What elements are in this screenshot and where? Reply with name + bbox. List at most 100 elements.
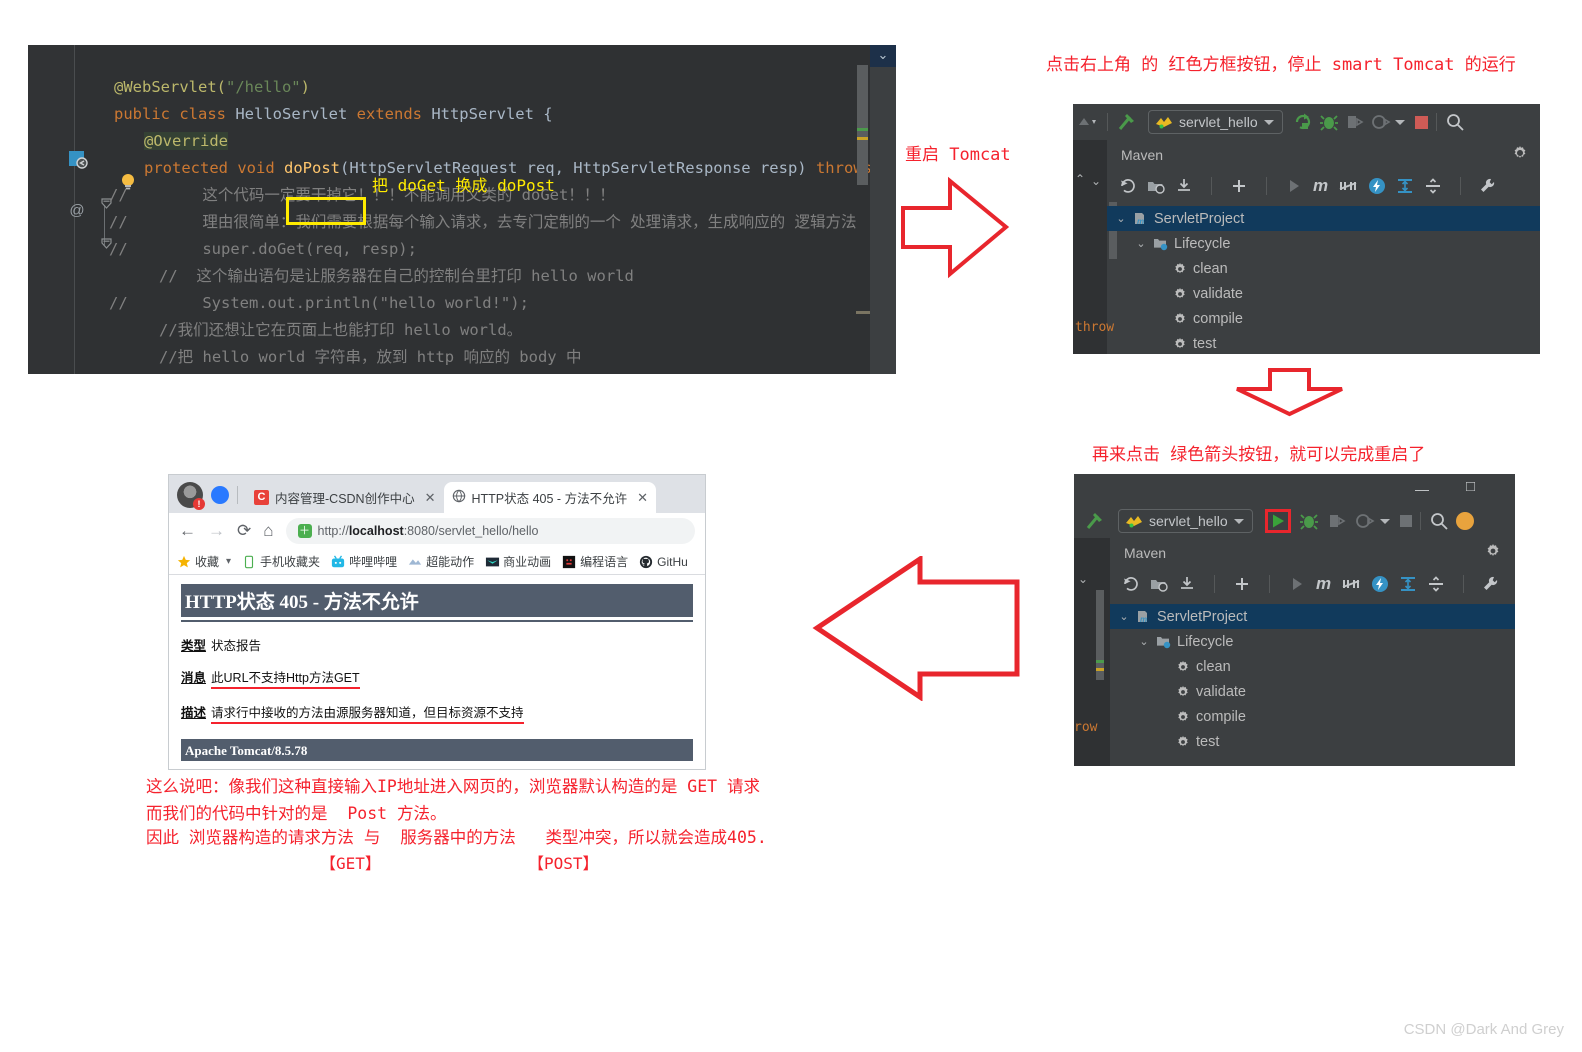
run-with-coverage-icon[interactable] xyxy=(1345,112,1365,132)
maven-tree-2-row-compile[interactable]: compile xyxy=(1110,704,1515,729)
browser-tab-strip[interactable]: ! C 内容管理-CSDN创作中心 ✕ HTTP状态 405 - 方法不允许 ✕ xyxy=(169,475,705,513)
chevron-down-icon[interactable]: ⌄ xyxy=(1115,212,1127,225)
browser-tab-0[interactable]: C 内容管理-CSDN创作中心 ✕ xyxy=(246,482,444,513)
panel1-scroll-up-icon[interactable]: ⌃ xyxy=(1075,172,1085,186)
build-hammer-icon[interactable] xyxy=(1116,111,1138,133)
close-icon[interactable]: ✕ xyxy=(637,490,648,506)
intellij-maven-panel-1[interactable]: throw servlet_hello Maven ⌃ ⌄ m ⌄ m Serv… xyxy=(1073,104,1540,354)
chevron-down-icon[interactable]: ⌄ xyxy=(1135,237,1147,250)
rerun-icon[interactable] xyxy=(1293,112,1313,132)
stop-button[interactable] xyxy=(1414,115,1428,129)
panel1-run-toolbar[interactable]: servlet_hello xyxy=(1073,104,1540,140)
window-maximize-button[interactable]: □ xyxy=(1466,478,1475,495)
extension-icon[interactable] xyxy=(211,486,229,504)
expand-all-icon[interactable] xyxy=(1396,177,1414,195)
chevron-down-icon[interactable]: ▾ xyxy=(226,556,231,567)
chrome-browser-window[interactable]: ! C 内容管理-CSDN创作中心 ✕ HTTP状态 405 - 方法不允许 ✕ ← →… xyxy=(168,474,706,770)
maven-tree-row-validate[interactable]: validate xyxy=(1107,281,1540,306)
maven-m-icon-2[interactable]: m xyxy=(1316,574,1331,594)
maven-tree-row-servletproject[interactable]: ⌄ m ServletProject xyxy=(1107,206,1540,231)
maven-toolbar-2[interactable]: m xyxy=(1110,568,1515,600)
debug-bug-icon[interactable] xyxy=(1319,112,1339,132)
panel2-editor-scroll-thumb[interactable] xyxy=(1096,590,1104,680)
chevron-down-icon[interactable]: ⌄ xyxy=(1138,635,1150,648)
run-configuration-selector-2[interactable]: servlet_hello xyxy=(1118,509,1253,533)
toggle-offline-icon-2[interactable] xyxy=(1371,575,1389,593)
address-bar[interactable]: ＋ http://localhost:8080/servlet_hello/he… xyxy=(285,518,695,544)
maven-tree-row-test[interactable]: test xyxy=(1107,331,1540,354)
maven-toolbar[interactable]: m xyxy=(1107,170,1540,202)
skip-tests-icon[interactable] xyxy=(1338,177,1358,195)
close-icon[interactable]: ✕ xyxy=(425,490,436,506)
maven-tree-2-row-test[interactable]: test xyxy=(1110,729,1515,754)
expand-all-icon-2[interactable] xyxy=(1399,575,1417,593)
bookmark-item-3[interactable]: 超能动作 xyxy=(408,553,474,570)
notification-circle-icon[interactable] xyxy=(1455,511,1475,531)
browser-nav-bar[interactable]: ← → ⟳ ⌂ ＋ http://localhost:8080/servlet_… xyxy=(169,513,705,549)
wrench-icon[interactable] xyxy=(1479,177,1497,195)
build-dropdown-icon[interactable] xyxy=(1077,114,1099,130)
bookmark-item-2[interactable]: 哔哩哔哩 xyxy=(331,553,397,570)
avatar[interactable]: ! xyxy=(177,482,205,510)
run-maven-goal-icon-2[interactable] xyxy=(1288,575,1306,593)
maven-tree-row-clean[interactable]: clean xyxy=(1107,256,1540,281)
bookmark-item-0[interactable]: 收藏 ▾ xyxy=(177,553,231,570)
reload-icon[interactable] xyxy=(1119,177,1137,195)
skip-tests-icon-2[interactable] xyxy=(1341,575,1361,593)
maven-tree-row-compile[interactable]: compile xyxy=(1107,306,1540,331)
debug-bug-icon-2[interactable] xyxy=(1299,511,1319,531)
build-hammer-icon-2[interactable] xyxy=(1084,510,1106,532)
home-icon[interactable]: ⌂ xyxy=(263,521,273,541)
chevron-down-icon[interactable] xyxy=(1263,119,1274,125)
browser-tab-1[interactable]: HTTP状态 405 - 方法不允许 ✕ xyxy=(443,482,656,513)
reload-icon-2[interactable] xyxy=(1122,575,1140,593)
bookmark-item-5[interactable]: 编程语言 xyxy=(562,553,628,570)
profiler-chevron-down-icon[interactable] xyxy=(1394,119,1405,125)
window-minimize-button[interactable]: — xyxy=(1415,481,1429,497)
intellij-maven-panel-2[interactable]: row — □ servlet_hello Maven ⌄ m ⌄ m Serv… xyxy=(1074,474,1515,766)
forward-icon[interactable]: → xyxy=(208,521,225,541)
run-button-highlighted[interactable] xyxy=(1264,509,1291,533)
search-icon[interactable] xyxy=(1445,112,1465,132)
reload-icon[interactable]: ⟳ xyxy=(237,521,251,541)
maven-settings-gear-icon-2[interactable] xyxy=(1485,543,1501,564)
toggle-offline-icon[interactable] xyxy=(1368,177,1386,195)
plus-icon-2[interactable] xyxy=(1233,575,1251,593)
back-icon[interactable]: ← xyxy=(179,521,196,541)
maven-tree-2-row-validate[interactable]: validate xyxy=(1110,679,1515,704)
profiler-icon-2[interactable] xyxy=(1355,511,1375,531)
maven-m-icon[interactable]: m xyxy=(1313,176,1328,196)
profiler-icon[interactable] xyxy=(1371,112,1391,132)
download-sources-icon-2[interactable] xyxy=(1178,575,1196,593)
download-sources-icon[interactable] xyxy=(1175,177,1193,195)
panel2-run-toolbar[interactable]: servlet_hello xyxy=(1074,504,1515,538)
search-icon-2[interactable] xyxy=(1429,511,1449,531)
chevron-down-icon[interactable]: ⌄ xyxy=(1118,610,1130,623)
profiler-chevron-down-icon-2[interactable] xyxy=(1379,518,1390,524)
add-maven-project-icon-2[interactable] xyxy=(1150,575,1168,593)
run-with-coverage-icon-2[interactable] xyxy=(1327,511,1347,531)
maven-tree-2-row-clean[interactable]: clean xyxy=(1110,654,1515,679)
chevron-down-icon-2[interactable] xyxy=(1233,518,1244,524)
security-shield-icon[interactable]: ＋ xyxy=(297,524,312,538)
bookmarks-bar[interactable]: 收藏 ▾ 手机收藏夹 哔哩哔哩 超能动作 商业动画 编程语言 GitHu xyxy=(169,549,705,575)
maven-tree-2-row-lifecycle[interactable]: ⌄ Lifecycle xyxy=(1110,629,1515,654)
run-configuration-selector[interactable]: servlet_hello xyxy=(1148,110,1283,134)
panel1-scroll-down-icon[interactable]: ⌄ xyxy=(1091,174,1101,188)
plus-icon[interactable] xyxy=(1230,177,1248,195)
add-maven-project-icon[interactable] xyxy=(1147,177,1165,195)
collapse-all-icon[interactable] xyxy=(1424,177,1442,195)
run-maven-goal-icon[interactable] xyxy=(1285,177,1303,195)
stop-button-disabled[interactable] xyxy=(1399,515,1412,527)
collapse-chevron-icon[interactable]: ⌄ xyxy=(870,45,896,67)
maven-tree-row-lifecycle[interactable]: ⌄ Lifecycle xyxy=(1107,231,1540,256)
wrench-icon-2[interactable] xyxy=(1482,575,1500,593)
maven-tree-2-row-servletproject[interactable]: ⌄ m ServletProject xyxy=(1110,604,1515,629)
panel2-scroll-down-icon[interactable]: ⌄ xyxy=(1078,572,1088,586)
bookmark-item-4[interactable]: 商业动画 xyxy=(485,553,551,570)
maven-settings-gear-icon[interactable] xyxy=(1512,145,1528,166)
bookmark-item-6[interactable]: GitHu xyxy=(639,555,688,569)
editor-scrollbar-thumb[interactable] xyxy=(857,65,868,185)
code-editor-window[interactable]: @ @WebServlet("/hello") public class Hell… xyxy=(28,45,896,374)
bookmark-item-1[interactable]: 手机收藏夹 xyxy=(242,553,320,570)
